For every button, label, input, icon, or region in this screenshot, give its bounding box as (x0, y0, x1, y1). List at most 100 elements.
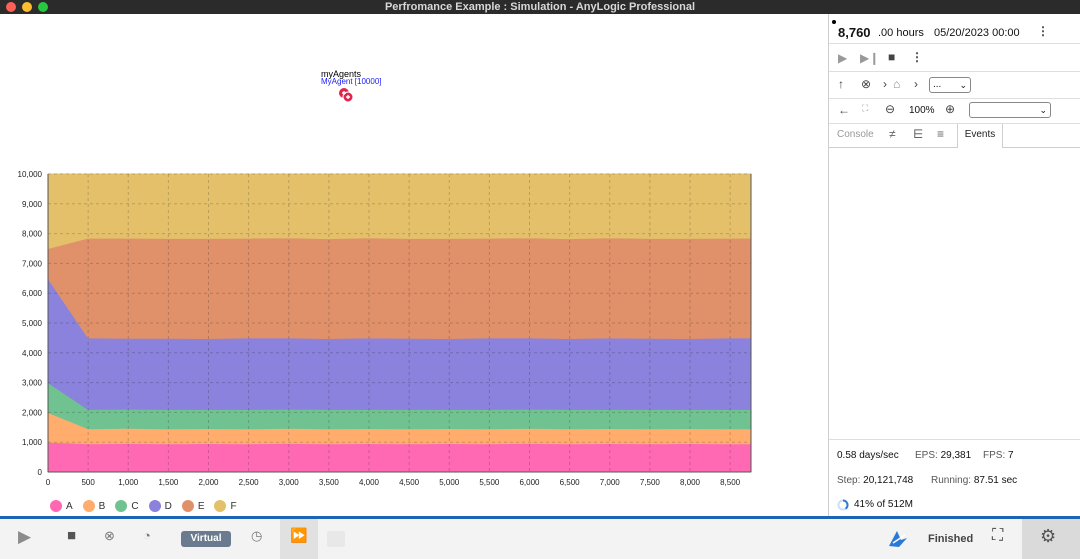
cancel-icon[interactable]: ⊗ (861, 77, 871, 91)
stop-icon[interactable]: ■ (888, 50, 895, 64)
x-tick-label: 7,500 (640, 478, 661, 487)
legend-label: F (230, 500, 237, 512)
navigation-row: ↑ ⊗ › ⌂ › ... ⌄ (829, 72, 1080, 99)
developer-panel: 8,760 .00 hours 05/20/2023 00:00 ⋮ ▶ ▶❙ … (828, 14, 1080, 516)
tab-console[interactable]: Console (837, 129, 874, 140)
y-tick-label: 8,000 (22, 230, 43, 239)
x-tick-label: 2,000 (198, 478, 219, 487)
x-tick-label: 3,500 (319, 478, 340, 487)
y-tick-label: 0 (38, 468, 43, 477)
y-tick-label: 3,000 (22, 379, 43, 388)
zoom-fit-icon[interactable]: ⛶ (862, 103, 868, 114)
memory-usage-ring-icon (837, 499, 849, 511)
zoom-row: ← ⛶ ⊖ 100% ⊕ ⌄ (829, 99, 1080, 124)
eps-value: 29,381 (940, 450, 972, 461)
legend-item-c: C (115, 500, 139, 512)
y-tick-label: 9,000 (22, 200, 43, 209)
area-series-f (47, 173, 752, 250)
x-tick-label: 5,000 (439, 478, 460, 487)
legend-swatch (214, 500, 227, 512)
arrow-left-icon[interactable]: ← (838, 103, 850, 117)
gear-icon: ⚙ (1040, 526, 1057, 546)
window-title: Perfromance Example : Simulation - AnyLo… (384, 1, 696, 13)
tab-events[interactable]: Events (957, 124, 1003, 148)
play-icon[interactable]: ▶ (18, 527, 31, 547)
x-tick-label: 8,500 (720, 478, 741, 487)
model-time-row: 8,760 .00 hours 05/20/2023 00:00 ⋮ (829, 14, 1080, 44)
x-tick-label: 3,000 (279, 478, 300, 487)
step-label: Step: (837, 475, 861, 486)
legend-swatch (148, 500, 161, 512)
y-tick-label: 4,000 (22, 349, 43, 358)
fast-forward-icon: ⏩ (290, 527, 308, 543)
run-controls-row: ▶ ▶❙ ■ ⋮ (829, 45, 1080, 72)
legend-label: D (164, 500, 172, 512)
legend-swatch (115, 500, 128, 512)
simulation-stats: 0.58 days/sec EPS: 29,381 FPS: 7 Step: 2… (829, 439, 1080, 516)
x-tick-label: 0 (46, 478, 51, 487)
legend-swatch (181, 500, 194, 512)
zoom-level: 100% (909, 105, 935, 116)
legend-label: E (197, 500, 205, 512)
status-dot-icon (832, 20, 836, 24)
chevron-down-icon: ⌄ (1039, 105, 1047, 115)
y-tick-label: 10,000 (18, 170, 43, 179)
wrap-text-icon[interactable]: ≡ (937, 127, 944, 141)
x-tick-label: 4,500 (399, 478, 420, 487)
home-icon[interactable]: ⌂ (893, 77, 900, 91)
x-tick-label: 6,000 (519, 478, 540, 487)
fullscreen-icon[interactable]: ⛶ (992, 527, 1003, 545)
panel-tabs: Console ≠ ⋿ ≡ Events (829, 124, 1080, 148)
model-time-unit: .00 hours (878, 27, 924, 39)
stop-icon[interactable]: ■ (67, 527, 76, 544)
settings-button[interactable]: ⚙ (1022, 519, 1080, 559)
arrow-up-icon[interactable]: ↑ (838, 77, 844, 91)
stacked-area-chart: 0 1,000 2,000 3,000 4,000 5,000 6,000 7,000 8,00… (18, 170, 752, 487)
x-tick-label: 5,500 (479, 478, 500, 487)
legend-label: B (98, 500, 106, 512)
slower-icon[interactable]: ⊗ (104, 528, 115, 544)
x-tick-label: 6,500 (560, 478, 581, 487)
simulation-status: Finished (928, 533, 974, 545)
clear-console-icon[interactable]: ≠ (889, 127, 896, 141)
legend-swatch (50, 500, 62, 512)
disabled-button[interactable] (327, 531, 345, 547)
filter-icon[interactable]: ⋿ (913, 127, 923, 141)
chevron-down-icon: ⌄ (959, 80, 967, 90)
step-icon[interactable]: ▶❙ (860, 51, 879, 65)
x-tick-label: 8,000 (680, 478, 701, 487)
controls-kebab-icon[interactable]: ⋮ (911, 50, 923, 64)
y-tick-label: 1,000 (22, 438, 43, 447)
memory-usage: 41% of 512M (854, 499, 913, 510)
y-tick-label: 7,000 (22, 259, 43, 268)
legend-item-b: B (82, 500, 106, 512)
legend-item-d: D (148, 500, 172, 512)
add-time-icon[interactable]: ◷ (251, 528, 262, 544)
x-tick-label: 1,000 (118, 478, 139, 487)
running-value: 87.51 sec (973, 475, 1018, 486)
legend-label: C (131, 500, 139, 512)
model-date: 05/20/2023 00:00 (934, 27, 1020, 39)
navigation-select[interactable]: ... ⌄ (929, 77, 971, 93)
y-tick-label: 6,000 (22, 289, 43, 298)
legend-label: A (66, 500, 73, 512)
model-canvas[interactable]: myAgents MyAgent [10000] 0 1,000 2,000 3,00… (0, 14, 828, 516)
fps-label: FPS: (983, 450, 1006, 461)
zoom-in-icon[interactable]: ⊕ (945, 102, 955, 116)
zoom-out-icon[interactable]: ⊖ (885, 102, 895, 116)
area-series-a (47, 441, 752, 473)
run-icon[interactable]: ▶ (838, 51, 847, 65)
legend-item-e: E (181, 500, 205, 512)
fast-forward-button[interactable]: ⏩ (280, 519, 318, 559)
view-area-select[interactable]: ⌄ (969, 102, 1051, 118)
legend-item-a: A (50, 500, 73, 512)
x-tick-label: 7,000 (600, 478, 621, 487)
eps-label: EPS: (915, 450, 938, 461)
time-menu-kebab-icon[interactable]: ⋮ (1037, 24, 1049, 38)
x-tick-label: 4,000 (359, 478, 380, 487)
step-value: 20,121,748 (863, 475, 914, 486)
virtual-time-button[interactable]: Virtual (181, 531, 231, 547)
chevron-right-icon: › (883, 77, 887, 91)
simulation-speed: 0.58 days/sec (837, 450, 899, 461)
speed-dial-icon[interactable]: ◔ (143, 528, 151, 543)
